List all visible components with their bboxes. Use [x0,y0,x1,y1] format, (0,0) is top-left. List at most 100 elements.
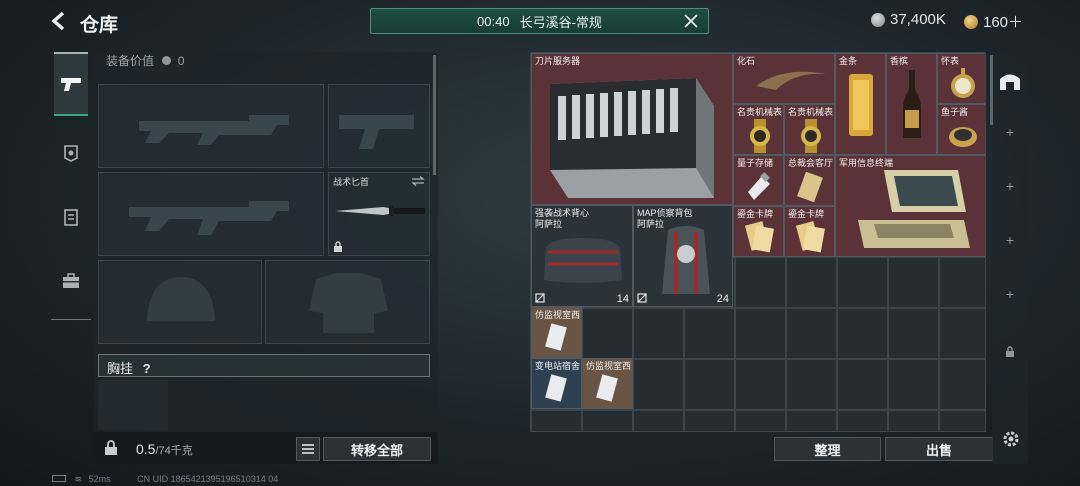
weight-lock-icon [103,440,119,456]
armor-silhouette-icon [309,273,388,333]
stash-item-assault-vest[interactable]: 强袭战术背心 阿萨拉 14 [531,205,633,307]
list-view-button[interactable] [296,437,320,461]
empty-grid-cell [939,410,985,431]
add-stash-page-button[interactable]: + [992,124,1028,140]
playing-card-icon [744,221,774,253]
stash-item-gilded-card[interactable]: 鎏金卡牌 [733,206,784,257]
sort-button[interactable]: 整理 [774,437,881,461]
stash-item-keycard[interactable]: 仿监视室西 [531,307,582,358]
match-name: 长弓溪谷-常规 [519,14,602,30]
equipment-value-label: 装备价值 [106,54,155,68]
battery-icon [52,475,66,482]
empty-grid-cell [786,308,837,359]
stash-page-icon[interactable] [998,70,1022,97]
network-status: ≋ 52ms CN UID 1865421395196510314 04 [52,474,278,485]
wifi-icon: ≋ [74,474,83,484]
tab-weapons[interactable] [54,52,88,116]
stash-item-ceo-lounge-key[interactable]: 总裁会客厅 [784,155,835,206]
usb-drive-icon [748,172,770,200]
caviar-tin-icon [949,127,977,147]
stash-item-luxury-watch[interactable]: 名贵机械表 [733,104,784,155]
stash-item-keycard[interactable]: 变电站宿舍 [531,358,582,409]
armor-icon [64,145,78,162]
locked-page-icon [1005,344,1015,362]
back-arrow-icon [51,11,65,31]
empty-grid-cell [582,410,633,431]
empty-grid-cell [837,359,888,410]
empty-grid-cell [735,257,786,308]
add-stash-page-button[interactable]: + [992,286,1028,302]
empty-grid-cell [786,359,837,410]
stash-item-luxury-watch[interactable]: 名贵机械表 [784,104,835,155]
add-stash-page-button[interactable]: + [992,232,1028,248]
transfer-all-button[interactable]: 转移全部 [323,437,431,461]
empty-grid-cell [735,308,786,359]
chest-rig-label: 胸挂 [107,361,134,376]
weight-display: 0.5/74千克 [136,441,193,458]
ping-value: 52ms [88,474,111,484]
equipment-scrollbar[interactable] [433,55,436,175]
champagne-bottle-icon [903,70,921,138]
stash-item-caviar[interactable]: 鱼子酱 [937,104,985,155]
close-icon[interactable] [682,12,700,30]
secondary-weapon-slot[interactable] [98,172,324,256]
playing-card-icon [795,221,825,253]
helmet-slot[interactable] [98,260,262,344]
category-sidebar [51,52,91,320]
pistol-silhouette-icon [339,115,414,149]
match-time: 00:40 [477,13,510,29]
keycard-icon [545,374,567,402]
stash-item-blade-server[interactable]: 刀片服务器 [531,53,733,205]
empty-grid-cell [531,410,582,431]
wristwatch-icon [801,119,821,153]
stash-item-fossil[interactable]: 化石 [733,53,835,104]
empty-grid-cell [939,359,985,410]
gold-bar-icon [849,74,873,136]
lock-icon [334,241,342,252]
empty-grid-cell [582,308,633,359]
tab-armor[interactable] [54,136,88,170]
stash-item-gilded-card[interactable]: 鎏金卡牌 [784,206,835,257]
stash-scrollbar[interactable] [990,55,993,125]
stash-item-champagne[interactable]: 香槟 [886,53,937,155]
equipment-value: 0 [177,54,185,68]
empty-grid-cell [837,257,888,308]
body-armor-slot[interactable] [265,260,430,344]
stash-item-gold-bar[interactable]: 金条 [835,53,886,155]
chest-rig-header[interactable]: 胸挂 ? [98,354,430,377]
weight-value: 0.5 [136,441,156,457]
tab-backpack[interactable] [54,264,88,298]
back-button[interactable] [48,10,70,32]
chest-rig-slot[interactable] [98,380,168,430]
empty-grid-cell [837,308,888,359]
empty-grid-cell [888,359,939,410]
swap-icon[interactable] [411,176,425,186]
stash-item-pocket-watch[interactable]: 怀表 [937,53,985,104]
sell-button[interactable]: 出售 [885,437,993,461]
currency-gold[interactable]: 160＋ [964,11,1023,32]
stash-item-keycard[interactable]: 仿监视室西 [582,358,633,409]
vest-icon [64,209,78,226]
pistol-slot[interactable] [328,84,430,168]
knife-slot[interactable]: 战术匕首 [328,172,430,256]
list-icon [302,444,314,454]
uid-text: CN UID 1865421395196510314 04 [137,474,279,484]
add-stash-page-button[interactable]: + [992,178,1028,194]
settings-gear-icon[interactable] [1001,429,1021,454]
silver-coin-icon [871,12,885,27]
stash-item-quantum-storage[interactable]: 量子存储 [733,155,784,206]
tab-chest-rig[interactable] [54,200,88,234]
no-insure-icon [637,293,647,303]
rifle-silhouette-icon [129,201,289,235]
weight-max: /74千克 [155,445,193,457]
stash-grid: 刀片服务器 化石 金条 香槟 怀表 名贵机械表 名贵机械表 鱼子酱 量子存储 总… [530,52,986,432]
primary-weapon-slot[interactable] [98,84,324,168]
help-icon[interactable]: ? [143,361,151,376]
backpack-icon [662,226,710,294]
empty-grid-cell [633,308,684,359]
duffel-bag-icon [544,238,622,283]
item-capacity: 24 [716,293,729,305]
stash-item-map-backpack[interactable]: MAP侦察背包 阿萨拉 24 [633,205,733,307]
stash-item-military-terminal[interactable]: 军用信息终端 [835,155,985,257]
knife-label: 战术匕首 [333,177,370,187]
